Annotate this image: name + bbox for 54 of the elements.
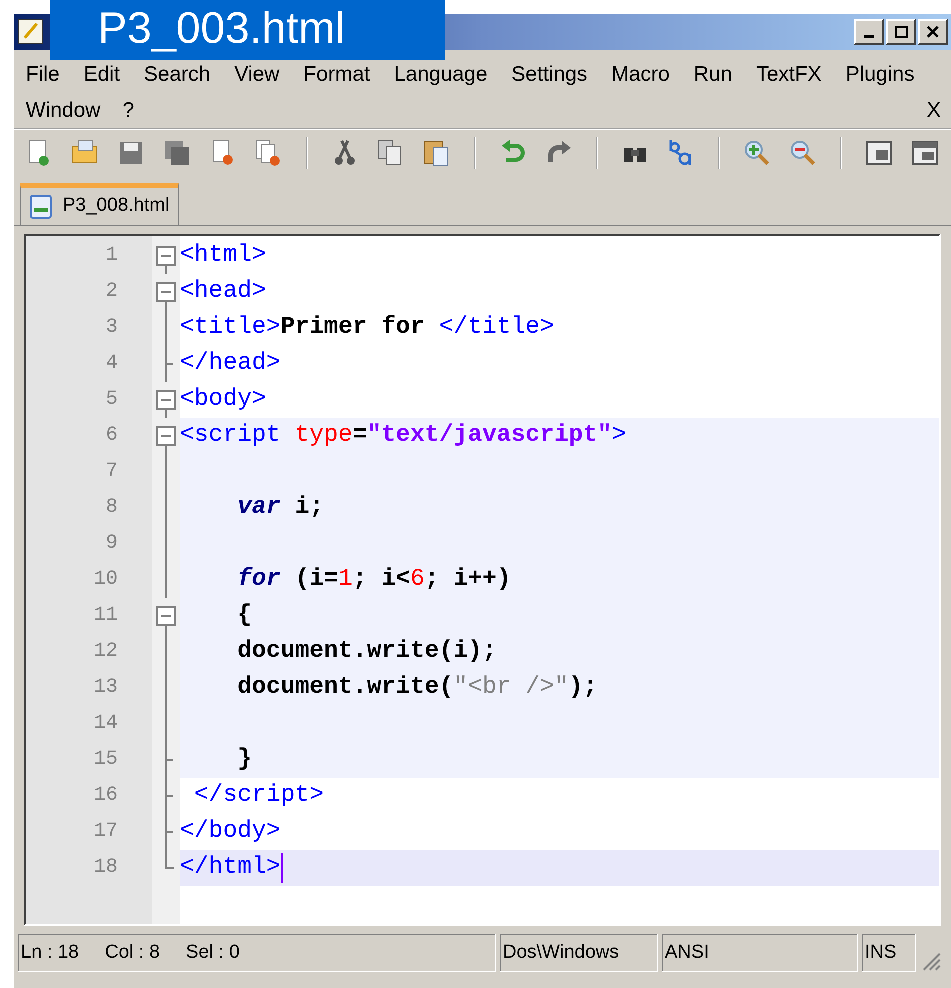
window-icon[interactable] [864, 138, 894, 168]
line-number: 15 [92, 747, 119, 773]
status-text: Sel : 0 [186, 940, 240, 965]
zoom-out-icon[interactable] [788, 138, 818, 168]
line-number: 18 [92, 855, 119, 881]
line-number: 1 [104, 243, 119, 269]
close-icon [927, 26, 939, 38]
menu-close[interactable]: X [926, 98, 941, 124]
status-text: ANSI [665, 940, 710, 965]
line-number: 14 [92, 711, 119, 737]
line-number: 6 [104, 423, 119, 449]
line-number: 7 [104, 459, 119, 485]
line-number: 12 [92, 639, 119, 665]
line-number: 5 [104, 387, 119, 413]
window-icon[interactable] [910, 138, 940, 168]
menu-item[interactable]: Search [144, 62, 211, 88]
status-text: Dos\Windows [503, 940, 620, 965]
notepad-icon [17, 18, 45, 46]
line-number: 4 [104, 351, 119, 377]
line-number: 3 [104, 315, 119, 341]
save-all-icon[interactable] [162, 138, 192, 168]
saved-file-icon [29, 194, 53, 220]
line-number: 10 [92, 567, 119, 593]
line-number: 8 [104, 495, 119, 521]
status-text: INS [865, 940, 897, 965]
text-cursor [280, 853, 283, 883]
line-number: 13 [92, 675, 119, 701]
maximize-button[interactable] [886, 19, 916, 45]
line-number: 11 [92, 603, 119, 629]
status-text: Ln : 18 [21, 940, 80, 965]
minimize-icon [864, 35, 874, 38]
line-number: 17 [92, 819, 119, 845]
menu-item[interactable]: Macro [612, 62, 670, 88]
menu-item[interactable]: Window [26, 98, 101, 124]
menu-item[interactable]: Format [304, 62, 370, 88]
filename-tooltip: P3_003.html [50, 0, 445, 60]
menu-item[interactable]: Settings [512, 62, 588, 88]
menu-item[interactable]: File [26, 62, 60, 88]
menu-item[interactable]: View [234, 62, 280, 88]
menu-item[interactable]: Plugins [846, 62, 915, 88]
status-text: Col : 8 [105, 940, 160, 965]
menu-item[interactable]: Edit [84, 62, 120, 88]
close-button[interactable] [918, 19, 948, 45]
line-number: 2 [104, 279, 119, 305]
line-number: 9 [104, 531, 119, 557]
zoom-in-icon[interactable] [742, 138, 772, 168]
line-number: 16 [92, 783, 119, 809]
maximize-icon [894, 26, 908, 38]
menu-item[interactable]: ? [122, 98, 134, 124]
file-tab[interactable]: P3_008.html [20, 183, 179, 225]
menu-item[interactable]: Language [394, 62, 488, 88]
menu-item[interactable]: TextFX [756, 62, 822, 88]
minimize-button[interactable] [854, 19, 884, 45]
menu-item[interactable]: Run [694, 62, 732, 88]
